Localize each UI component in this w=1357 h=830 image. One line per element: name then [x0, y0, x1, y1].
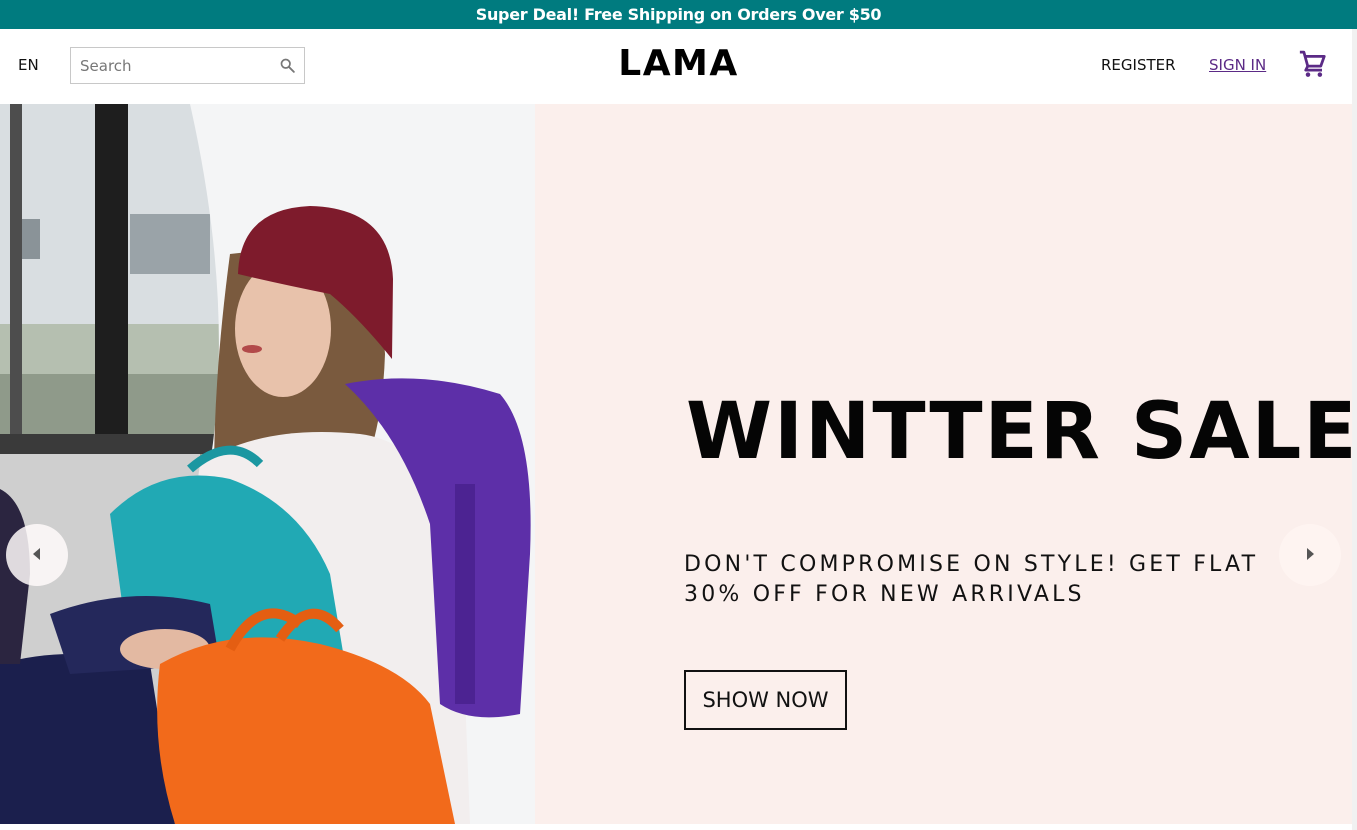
register-link[interactable]: REGISTER	[1101, 56, 1176, 74]
search-input[interactable]	[80, 56, 278, 75]
scrollbar[interactable]	[1352, 29, 1357, 830]
search-icon[interactable]	[278, 57, 296, 75]
search-container	[70, 47, 305, 84]
logo[interactable]: LAMA	[618, 43, 739, 84]
shopping-cart-icon[interactable]	[1298, 49, 1328, 79]
sign-in-link[interactable]: SIGN IN	[1209, 56, 1266, 74]
show-now-button[interactable]: SHOW NOW	[684, 670, 847, 730]
announcement-text: Super Deal! Free Shipping on Orders Over…	[475, 5, 882, 24]
slider-prev-button[interactable]	[6, 524, 68, 586]
slider-next-button[interactable]	[1279, 524, 1341, 586]
language-selector[interactable]: EN	[18, 56, 39, 74]
slide-description: DON'T COMPROMISE ON STYLE! GET FLAT 30% …	[684, 552, 1259, 607]
slide-title: WINTTER SALE	[686, 387, 1357, 477]
arrow-right-icon	[1304, 546, 1316, 565]
arrow-left-icon	[31, 546, 43, 565]
hero-image	[0, 104, 535, 824]
hero-slider: WINTTER SALE DON'T COMPROMISE ON STYLE! …	[0, 104, 1357, 824]
navbar: EN LAMA REGISTER SIGN IN	[0, 29, 1357, 104]
page-bottom-edge	[0, 824, 1357, 830]
announcement-bar: Super Deal! Free Shipping on Orders Over…	[0, 0, 1357, 29]
